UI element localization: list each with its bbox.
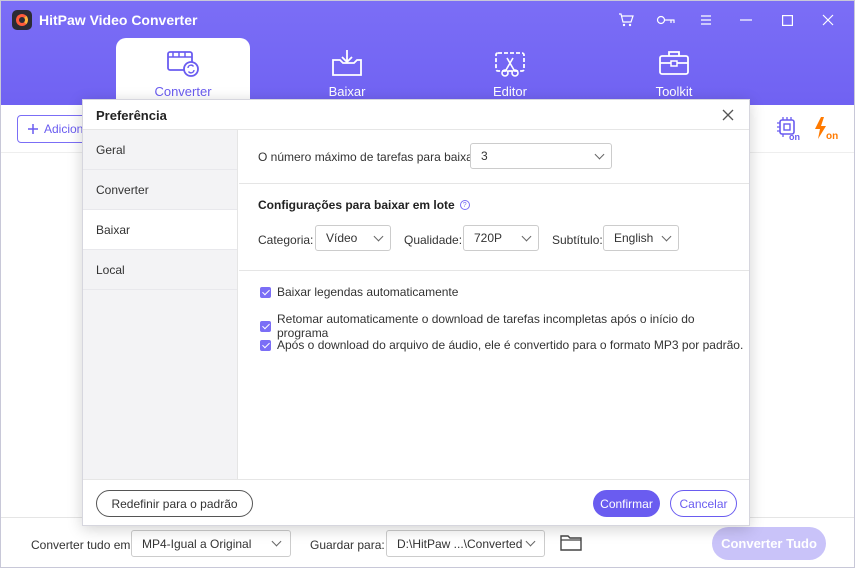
- chevron-down-icon: [525, 536, 536, 547]
- chevron-down-icon: [661, 231, 672, 241]
- tab-converter[interactable]: Converter: [116, 38, 250, 105]
- download-icon: [332, 50, 362, 76]
- app-header: HitPaw Video Converter Converter Baixar: [1, 1, 854, 105]
- converter-icon: [167, 51, 199, 77]
- tab-editor[interactable]: Editor: [443, 38, 577, 105]
- output-format-value: MP4-Igual a Original: [142, 536, 252, 551]
- subtitle-value: English: [614, 231, 654, 245]
- chevron-down-icon: [271, 536, 282, 547]
- plus-icon: [28, 124, 38, 134]
- tab-baixar[interactable]: Baixar: [280, 38, 414, 105]
- category-select[interactable]: Vídeo: [315, 225, 391, 251]
- speed-boost-icon[interactable]: on: [813, 117, 841, 144]
- output-folder-select[interactable]: D:\HitPaw ...\Converted: [386, 530, 545, 557]
- svg-text:on: on: [789, 132, 800, 141]
- preferences-sidebar: Geral Converter Baixar Local: [83, 130, 238, 479]
- option-convert-mp3[interactable]: Após o download do arquivo de áudio, ele…: [260, 338, 743, 352]
- checkbox[interactable]: [260, 320, 271, 332]
- checkbox[interactable]: [260, 339, 271, 351]
- app-logo-icon: [12, 10, 32, 30]
- checkbox[interactable]: [260, 286, 271, 298]
- app-window: HitPaw Video Converter Converter Baixar: [0, 0, 855, 568]
- save-to-label: Guardar para:: [310, 538, 385, 552]
- batch-settings-title-text: Configurações para baixar em lote: [258, 198, 455, 212]
- sidebar-item-local[interactable]: Local: [83, 250, 237, 290]
- minimize-icon[interactable]: [735, 10, 757, 30]
- divider: [239, 183, 749, 184]
- tab-converter-label: Converter: [154, 84, 212, 99]
- cancel-button[interactable]: Cancelar: [670, 490, 737, 517]
- toolkit-icon: [659, 51, 689, 75]
- dialog-footer: Redefinir para o padrão Confirmar Cancel…: [83, 479, 749, 525]
- chevron-down-icon: [373, 231, 384, 241]
- editor-icon: [495, 52, 525, 77]
- sidebar-item-baixar[interactable]: Baixar: [83, 210, 237, 250]
- divider: [239, 270, 749, 271]
- dialog-header: Preferência: [83, 100, 749, 130]
- hardware-acceleration-icon[interactable]: on: [777, 117, 803, 144]
- category-label: Categoria:: [258, 233, 314, 247]
- svg-text:on: on: [826, 131, 838, 141]
- sidebar-item-converter[interactable]: Converter: [83, 170, 237, 210]
- menu-icon[interactable]: [695, 10, 717, 30]
- close-icon[interactable]: [721, 108, 735, 122]
- tab-toolkit[interactable]: Toolkit: [607, 38, 741, 105]
- tab-baixar-label: Baixar: [328, 84, 366, 99]
- chevron-down-icon: [594, 149, 605, 159]
- key-icon[interactable]: [655, 10, 677, 30]
- maximize-icon[interactable]: [776, 10, 798, 30]
- max-tasks-value: 3: [481, 149, 488, 163]
- batch-settings-title: Configurações para baixar em lote ?: [258, 198, 470, 212]
- tab-editor-label: Editor: [493, 84, 527, 99]
- help-icon[interactable]: ?: [459, 200, 470, 210]
- subtitle-label: Subtítulo:: [552, 233, 603, 247]
- folder-icon[interactable]: [560, 534, 582, 554]
- chevron-down-icon: [521, 231, 532, 241]
- preferences-dialog: Preferência Geral Converter Baixar Local…: [82, 99, 750, 526]
- tab-toolkit-label: Toolkit: [655, 84, 693, 99]
- app-title: HitPaw Video Converter: [39, 12, 198, 28]
- quality-select[interactable]: 720P: [463, 225, 539, 251]
- max-tasks-label: O número máximo de tarefas para baixar:: [258, 150, 481, 164]
- close-window-icon[interactable]: [817, 10, 839, 30]
- convert-all-label: Converter tudo em:: [31, 538, 134, 552]
- output-format-select[interactable]: MP4-Igual a Original: [131, 530, 291, 557]
- max-tasks-select[interactable]: 3: [470, 143, 612, 169]
- quality-label: Qualidade:: [404, 233, 463, 247]
- option-resume-downloads[interactable]: Retomar automaticamente o download de ta…: [260, 312, 749, 340]
- option-auto-subtitles[interactable]: Baixar legendas automaticamente: [260, 285, 458, 299]
- convert-all-button[interactable]: Converter Tudo: [712, 527, 826, 560]
- category-value: Vídeo: [326, 231, 358, 245]
- confirm-button[interactable]: Confirmar: [593, 490, 660, 517]
- quality-value: 720P: [474, 231, 503, 245]
- subtitle-select[interactable]: English: [603, 225, 679, 251]
- preferences-content: O número máximo de tarefas para baixar: …: [239, 130, 749, 479]
- option-label: Baixar legendas automaticamente: [277, 285, 459, 299]
- option-label: Retomar automaticamente o download de ta…: [277, 312, 695, 340]
- output-folder-value: D:\HitPaw ...\Converted: [397, 536, 523, 551]
- reset-defaults-button[interactable]: Redefinir para o padrão: [96, 490, 253, 517]
- dialog-title: Preferência: [96, 108, 167, 123]
- cart-icon[interactable]: [615, 10, 637, 30]
- option-label: Após o download do arquivo de áudio, ele…: [277, 338, 744, 352]
- sidebar-item-geral[interactable]: Geral: [83, 130, 237, 170]
